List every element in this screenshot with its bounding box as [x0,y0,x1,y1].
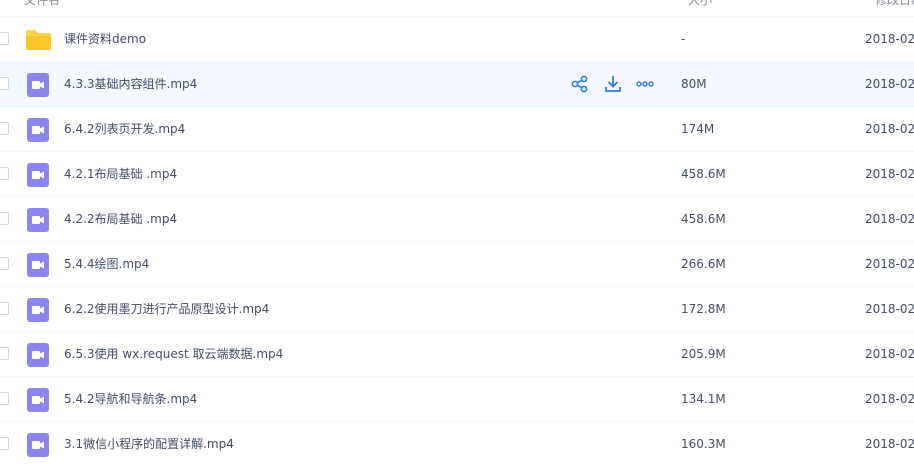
file-name[interactable]: 3.1微信小程序的配置详解.mp4 [64,435,234,453]
video-file-icon [27,253,49,277]
file-row[interactable]: 4.2.1布局基础 .mp4 458.6M 2018-02- [0,152,914,197]
header-name[interactable]: 文件名 [24,0,60,8]
file-row[interactable]: 6.5.3使用 wx.request 取云端数据.mp4 205.9M 2018… [0,332,914,377]
file-name[interactable]: 4.2.2布局基础 .mp4 [64,210,177,228]
file-row[interactable]: 6.4.2列表页开发.mp4 174M 2018-02- [0,107,914,152]
video-file-icon [27,118,49,142]
video-file-icon [27,73,49,97]
file-size: 80M [681,77,707,91]
header-size[interactable]: 大小 [688,0,712,8]
file-size: 174M [681,122,715,136]
file-size: 134.1M [681,392,726,406]
list-header: 文件名 大小 修改日期 [0,0,914,17]
video-file-icon [27,208,49,232]
video-file-icon [27,388,49,412]
file-date: 2018-02- [865,167,914,181]
file-row[interactable]: 课件资料demo - 2018-02- [0,17,914,62]
file-name[interactable]: 6.4.2列表页开发.mp4 [64,120,185,138]
file-date: 2018-02- [865,77,914,91]
share-icon[interactable] [570,74,590,94]
file-name[interactable]: 5.4.4绘图.mp4 [64,255,149,273]
file-row[interactable]: 5.4.4绘图.mp4 266.6M 2018-02- [0,242,914,287]
file-name[interactable]: 6.5.3使用 wx.request 取云端数据.mp4 [64,345,283,363]
video-file-icon [27,163,49,187]
file-size: - [681,32,686,46]
video-file-icon [27,343,49,367]
file-row[interactable]: 4.2.2布局基础 .mp4 458.6M 2018-02- [0,197,914,242]
folder-icon [25,29,51,53]
file-row[interactable]: 6.2.2使用墨刀进行产品原型设计.mp4 172.8M 2018-02- [0,287,914,332]
file-size: 160.3M [681,437,726,451]
row-checkbox[interactable] [0,392,9,405]
row-checkbox[interactable] [0,77,9,90]
file-row[interactable]: 3.1微信小程序的配置详解.mp4 160.3M 2018-02- [0,422,914,464]
file-date: 2018-02- [865,392,914,406]
file-date: 2018-02- [865,257,914,271]
file-name[interactable]: 6.2.2使用墨刀进行产品原型设计.mp4 [64,300,269,318]
row-checkbox[interactable] [0,437,9,450]
row-checkbox[interactable] [0,257,9,270]
row-checkbox[interactable] [0,32,9,45]
file-row[interactable]: 5.4.2导航和导航条.mp4 134.1M 2018-02- [0,377,914,422]
file-date: 2018-02- [865,302,914,316]
file-size: 458.6M [681,212,726,226]
header-date[interactable]: 修改日期 [875,0,914,8]
file-name[interactable]: 4.2.1布局基础 .mp4 [64,165,177,183]
row-checkbox[interactable] [0,212,9,225]
file-date: 2018-02- [865,122,914,136]
more-icon[interactable] [635,74,655,94]
row-checkbox[interactable] [0,167,9,180]
file-name[interactable]: 4.3.3基础内容组件.mp4 [64,75,197,93]
file-name[interactable]: 5.4.2导航和导航条.mp4 [64,390,197,408]
file-row[interactable]: 4.3.3基础内容组件.mp4 80M 2018-02 [0,62,914,107]
file-size: 172.8M [681,302,726,316]
file-size: 458.6M [681,167,726,181]
video-file-icon [27,433,49,457]
row-checkbox[interactable] [0,302,9,315]
file-list: 文件名 大小 修改日期 课件资料demo - 2018-02- 4.3.3基础内… [0,0,914,464]
row-checkbox[interactable] [0,347,9,360]
file-date: 2018-02- [865,32,914,46]
file-name[interactable]: 课件资料demo [64,30,146,48]
file-date: 2018-02- [865,437,914,451]
file-size: 266.6M [681,257,726,271]
file-size: 205.9M [681,347,726,361]
row-checkbox[interactable] [0,122,9,135]
video-file-icon [27,298,49,322]
download-icon[interactable] [603,74,623,94]
file-date: 2018-02- [865,347,914,361]
file-date: 2018-02- [865,212,914,226]
